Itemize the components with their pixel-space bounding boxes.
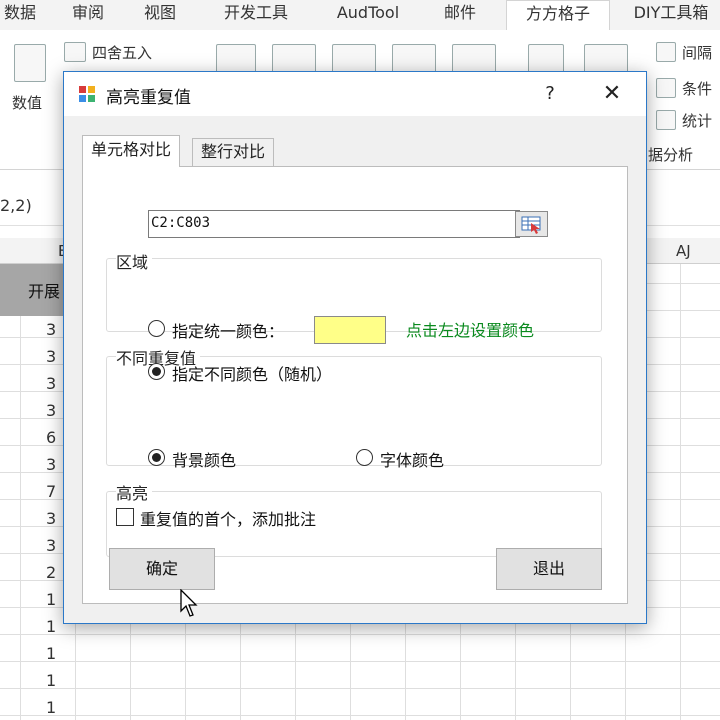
- close-button[interactable]: ✕: [598, 80, 626, 108]
- name-box-fragment[interactable]: 2,2): [0, 196, 32, 215]
- cell-value[interactable]: 7: [46, 482, 56, 501]
- range-group-label: 区域: [116, 249, 153, 273]
- interval-label[interactable]: 间隔: [682, 42, 712, 63]
- highlight-group-label: 高亮: [116, 480, 153, 504]
- tab-cell-compare[interactable]: 单元格对比: [82, 135, 181, 167]
- tab-mail[interactable]: 邮件: [432, 0, 488, 30]
- cell-value[interactable]: 3: [46, 374, 56, 393]
- cell-value[interactable]: 1: [46, 644, 56, 663]
- header-cell-text: 开展: [28, 282, 61, 301]
- annotate-checkbox[interactable]: [116, 508, 134, 526]
- tab-fangfanggezi[interactable]: 方方格子: [506, 0, 610, 31]
- tab-diy-toolbox[interactable]: DIY工具箱: [622, 0, 720, 30]
- tab-view[interactable]: 视图: [132, 0, 188, 30]
- cell-value[interactable]: 3: [46, 401, 56, 420]
- highlight-duplicates-dialog: 高亮重复值 ? ✕ 单元格对比 整行对比 区域 不同重复值 高亮 C2:C803…: [63, 71, 647, 624]
- range-input[interactable]: C2:C803: [148, 210, 520, 238]
- condition-label[interactable]: 条件: [682, 78, 712, 99]
- background-color-label[interactable]: 背景颜色: [172, 447, 236, 471]
- tab-row-compare[interactable]: 整行对比: [192, 138, 275, 166]
- cell-value[interactable]: 3: [46, 347, 56, 366]
- cell-value[interactable]: 1: [46, 590, 56, 609]
- random-color-radio[interactable]: [148, 363, 165, 380]
- range-select-button[interactable]: [515, 211, 548, 237]
- app-icon: [79, 86, 95, 102]
- cell-value[interactable]: 6: [46, 428, 56, 447]
- rounding-icon[interactable]: [64, 42, 86, 62]
- range-picker-icon: [521, 216, 541, 234]
- tab-review[interactable]: 审阅: [60, 0, 116, 30]
- color-hint: 点击左边设置颜色: [406, 321, 535, 340]
- exit-button[interactable]: 退出: [496, 548, 602, 590]
- cell-value[interactable]: 3: [46, 455, 56, 474]
- cell-value[interactable]: 1: [46, 671, 56, 690]
- header-cell[interactable]: 开展: [0, 264, 68, 316]
- help-button[interactable]: ?: [538, 80, 562, 108]
- rounding-label[interactable]: 四舍五入: [92, 42, 152, 63]
- uniform-color-label[interactable]: 指定统一颜色：: [172, 318, 284, 342]
- uniform-color-radio[interactable]: [148, 320, 165, 337]
- cell-value[interactable]: 1: [46, 698, 56, 717]
- value-label[interactable]: 数值: [12, 92, 42, 113]
- mouse-cursor-icon: [180, 589, 198, 617]
- font-color-label[interactable]: 字体颜色: [380, 447, 444, 471]
- color-swatch[interactable]: [314, 316, 386, 344]
- cell-value[interactable]: 3: [46, 536, 56, 555]
- value-icon[interactable]: [14, 44, 46, 82]
- tab-developer[interactable]: 开发工具: [208, 0, 304, 30]
- interval-icon[interactable]: [656, 42, 676, 62]
- font-color-radio[interactable]: [356, 449, 373, 466]
- stats-icon[interactable]: [656, 110, 676, 130]
- ribbon-tab-bar: 数据 审阅 视图 开发工具 AudTool 邮件 方方格子 DIY工具箱: [0, 0, 720, 31]
- annotate-label[interactable]: 重复值的首个，添加批注: [140, 506, 316, 530]
- random-color-label[interactable]: 指定不同颜色（随机）: [172, 361, 332, 385]
- cell-value[interactable]: 3: [46, 320, 56, 339]
- tab-audtool[interactable]: AudTool: [318, 0, 418, 30]
- cell-value[interactable]: 2: [46, 563, 56, 582]
- ok-button[interactable]: 确定: [109, 548, 215, 590]
- column-header-aj[interactable]: AJ: [676, 242, 691, 260]
- background-color-radio[interactable]: [148, 449, 165, 466]
- dialog-title: 高亮重复值: [106, 88, 191, 108]
- cell-value[interactable]: 1: [46, 617, 56, 636]
- condition-icon[interactable]: [656, 78, 676, 98]
- analysis-group-label: 据分析: [648, 146, 694, 164]
- tab-data[interactable]: 数据: [0, 0, 40, 30]
- stats-label[interactable]: 统计: [682, 110, 712, 131]
- cell-value[interactable]: 3: [46, 509, 56, 528]
- dialog-title-bar[interactable]: 高亮重复值 ? ✕: [64, 72, 646, 116]
